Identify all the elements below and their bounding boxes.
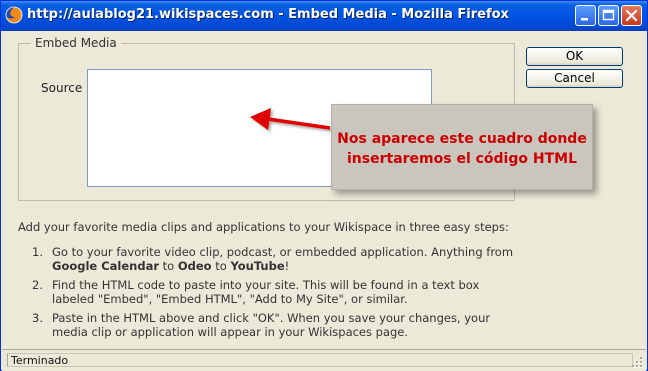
annotation-line-2: insertaremos el código HTML <box>347 151 577 167</box>
cancel-button[interactable]: Cancel <box>526 69 623 88</box>
maximize-icon <box>602 9 615 21</box>
step-3: 3. Paste in the HTML above and click "OK… <box>24 311 524 339</box>
firefox-icon <box>5 6 23 24</box>
annotation-text: Nos aparece este cuadro donde insertarem… <box>332 129 592 169</box>
youtube-link[interactable]: YouTube <box>230 259 284 273</box>
step-1-connector-1: to <box>159 259 178 273</box>
step-1-connector-2: to <box>211 259 231 273</box>
maximize-button[interactable] <box>598 5 619 26</box>
instructions-intro: Add your favorite media clips and applic… <box>18 220 509 234</box>
minimize-icon <box>581 18 588 21</box>
dialog-content: Embed Media Source OK Cancel Add your fa… <box>4 31 644 349</box>
status-text: Terminado <box>7 353 633 367</box>
step-2-text: Find the HTML code to paste into your si… <box>52 278 480 306</box>
annotation-line-1: Nos aparece este cuadro donde <box>337 131 587 147</box>
source-label: Source <box>41 81 83 95</box>
annotation-callout: Nos aparece este cuadro donde insertarem… <box>331 104 593 190</box>
google-calendar-link[interactable]: Google Calendar <box>52 259 159 273</box>
step-1: 1. Go to your favorite video clip, podca… <box>24 245 524 273</box>
instructions-list: 1. Go to your favorite video clip, podca… <box>24 245 524 344</box>
close-button[interactable] <box>621 5 642 26</box>
window-title: http://aulablog21.wikispaces.com - Embed… <box>27 7 509 22</box>
step-1-end: ! <box>284 259 290 273</box>
step-2: 2. Find the HTML code to paste into your… <box>24 278 524 306</box>
step-number: 1. <box>32 245 43 259</box>
close-icon <box>625 9 638 22</box>
step-1-text: Go to your favorite video clip, podcast,… <box>52 245 514 259</box>
resize-grip-icon[interactable] <box>632 357 644 369</box>
odeo-link[interactable]: Odeo <box>178 259 212 273</box>
ok-button[interactable]: OK <box>526 47 623 66</box>
step-number: 3. <box>32 311 43 325</box>
minimize-button[interactable] <box>575 5 596 26</box>
status-bar: Terminado <box>2 349 646 371</box>
fieldset-legend: Embed Media <box>31 36 121 50</box>
title-bar[interactable]: http://aulablog21.wikispaces.com - Embed… <box>1 1 647 31</box>
step-3-text: Paste in the HTML above and click "OK". … <box>52 311 491 339</box>
step-number: 2. <box>32 278 43 292</box>
